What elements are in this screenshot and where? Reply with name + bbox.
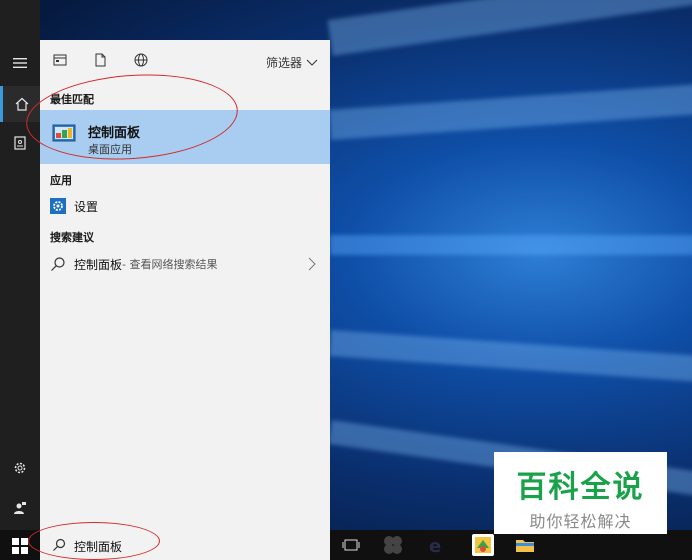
light-beam	[330, 235, 692, 255]
apps-heading: 应用	[50, 174, 72, 187]
windows-start-icon[interactable]	[12, 538, 28, 554]
suggestion-sublabel: - 查看网络搜索结果	[122, 258, 218, 271]
filter-dropdown[interactable]: 筛选器	[266, 54, 318, 71]
feedback-icon[interactable]	[0, 490, 40, 526]
svg-text:e: e	[429, 536, 441, 556]
annotation-oval-search-box	[28, 522, 160, 560]
settings-gear-icon[interactable]	[0, 450, 40, 486]
light-beam	[327, 0, 692, 56]
suggestion-item[interactable]: 控制面板 - 查看网络搜索结果	[40, 250, 330, 278]
watermark-logo: 百科全说 助你轻松解决	[494, 452, 667, 534]
suggestion-label: 控制面板	[74, 257, 123, 272]
app-item-settings[interactable]: 设置	[40, 192, 330, 220]
task-view-icon[interactable]	[340, 534, 362, 556]
documents-filter-icon[interactable]	[92, 52, 110, 70]
filter-label: 筛选器	[265, 56, 302, 70]
file-explorer-icon[interactable]	[514, 534, 536, 556]
watermark-sub-text: 助你轻松解决	[529, 512, 632, 531]
start-menu-strip	[0, 0, 40, 530]
settings-app-icon	[50, 198, 66, 214]
apps-filter-icon[interactable]	[52, 52, 70, 70]
chevron-right-icon[interactable]	[308, 257, 316, 271]
chevron-down-icon	[306, 59, 318, 66]
app-icon-clover[interactable]	[382, 534, 404, 556]
store-app-icon[interactable]	[472, 534, 494, 556]
light-beam	[328, 80, 692, 140]
hamburger-menu-icon[interactable]	[0, 45, 40, 81]
search-suggestions-heading: 搜索建议	[50, 231, 94, 244]
app-item-label: 设置	[74, 199, 99, 214]
web-filter-icon[interactable]	[133, 52, 151, 70]
light-beam	[329, 330, 692, 386]
search-icon	[50, 256, 66, 272]
watermark-main-text: 百科全说	[516, 470, 645, 505]
edge-browser-icon[interactable]: e	[426, 534, 448, 557]
